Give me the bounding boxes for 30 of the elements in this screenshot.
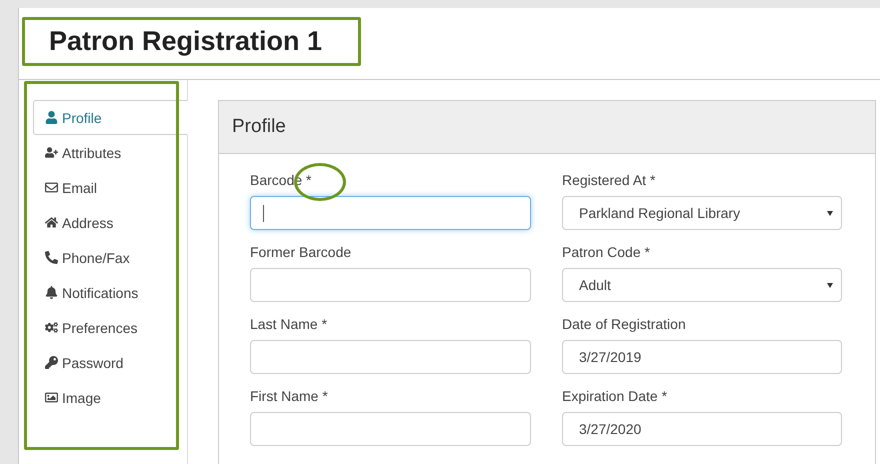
panel-title: Profile	[232, 116, 286, 138]
input-field[interactable]: 3/27/2020	[562, 412, 842, 446]
field-label: Date of Registration	[562, 316, 687, 332]
sidebar-tab[interactable]: Profile	[33, 100, 188, 135]
key-icon	[44, 356, 58, 369]
field-label: Former Barcode	[250, 244, 352, 260]
field-label: First Name *	[250, 388, 329, 404]
user-plus-icon	[44, 146, 58, 159]
field-label: Expiration Date *	[562, 388, 668, 404]
gears-icon	[44, 321, 58, 334]
field-label: Patron Code *	[562, 244, 651, 260]
phone-icon	[44, 251, 58, 264]
input-field[interactable]	[250, 412, 531, 446]
field-label: Registered At *	[562, 172, 656, 188]
image-icon	[44, 391, 58, 404]
page-title: Patron Registration 1	[49, 26, 322, 57]
user-icon	[44, 111, 58, 124]
envelope-icon	[44, 181, 58, 194]
caret-icon	[827, 283, 833, 288]
input-field[interactable]	[250, 340, 531, 374]
input-field[interactable]	[250, 196, 531, 230]
select-field[interactable]: Parkland Regional Library	[562, 196, 842, 230]
input-field[interactable]	[250, 268, 531, 302]
field-label: Last Name *	[250, 316, 328, 332]
select-field[interactable]: Adult	[562, 268, 842, 302]
caret-icon	[827, 211, 833, 216]
home-icon	[44, 216, 58, 229]
text-cursor	[263, 204, 264, 222]
input-field[interactable]: 3/27/2019	[562, 340, 842, 374]
bell-icon	[44, 286, 58, 299]
